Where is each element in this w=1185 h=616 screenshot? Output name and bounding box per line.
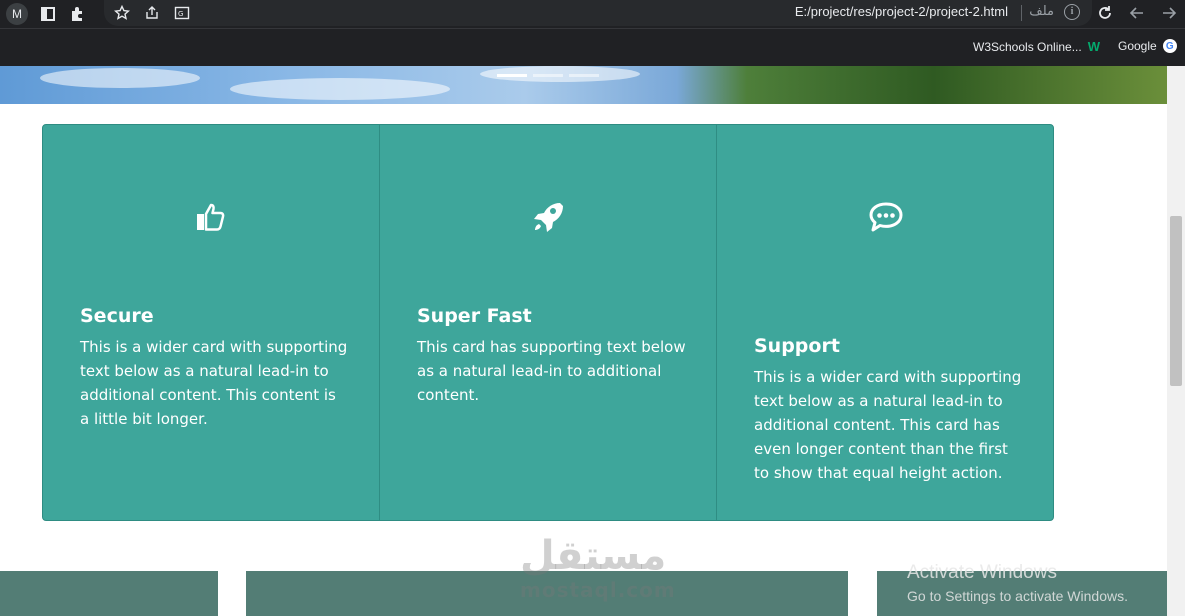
cloud-shape	[230, 78, 450, 100]
side-panel-icon[interactable]	[38, 4, 58, 24]
svg-text:G: G	[178, 10, 183, 18]
windows-activation-notice: Activate Windows Go to Settings to activ…	[907, 562, 1128, 604]
omnibox-actions: G	[112, 3, 192, 23]
extensions-icon[interactable]	[68, 4, 88, 24]
bookmark-label: W3Schools Online...	[973, 39, 1082, 54]
cloud-shape	[40, 68, 200, 88]
bookmarks-bar: W3Schools Online... W Google G	[0, 28, 1185, 67]
card-text: This card has supporting text below as a…	[417, 338, 686, 404]
toolbar-left-group: M	[6, 3, 88, 25]
scrollbar-thumb[interactable]	[1170, 216, 1182, 386]
bookmark-google[interactable]: Google G	[1118, 39, 1177, 53]
page-scrollbar[interactable]	[1167, 66, 1185, 616]
mostaql-watermark: مستقل mostaql.com	[520, 533, 676, 612]
w3schools-icon: W	[1087, 39, 1100, 54]
carousel-indicator-2[interactable]	[533, 74, 563, 77]
bookmark-label: Google	[1118, 39, 1157, 53]
card-text: This is a wider card with supporting tex…	[754, 368, 1022, 482]
omnibox-separator	[1021, 5, 1022, 21]
forward-arrow-icon[interactable]	[1159, 3, 1179, 23]
back-arrow-icon[interactable]	[1127, 3, 1147, 23]
carousel-indicators	[497, 74, 599, 77]
card-title: Super Fast	[417, 305, 532, 327]
card-title: Secure	[80, 305, 154, 327]
google-icon: G	[1162, 39, 1177, 53]
card-title: Support	[754, 335, 840, 357]
browser-toolbar: M G E:/project/res/project-2/project-2.h…	[0, 0, 1185, 28]
omnibox[interactable]: G E:/project/res/project-2/project-2.htm…	[104, 0, 1092, 26]
activation-title: Activate Windows	[907, 562, 1057, 583]
carousel-indicator-1[interactable]	[497, 74, 527, 77]
site-info-icon[interactable]: i	[1064, 4, 1080, 20]
card-secure: Secure This is a wider card with support…	[43, 125, 380, 520]
carousel-hero-image	[0, 66, 1167, 104]
url-text[interactable]: E:/project/res/project-2/project-2.html	[795, 4, 1008, 19]
carousel-indicator-3[interactable]	[569, 74, 599, 77]
activation-subtitle: Go to Settings to activate Windows.	[907, 588, 1128, 604]
bookmark-w3schools[interactable]: W3Schools Online... W	[973, 39, 1100, 54]
page-content: Secure This is a wider card with support…	[0, 66, 1185, 616]
lower-card	[0, 571, 218, 616]
share-icon[interactable]	[142, 3, 162, 23]
watermark-arabic: مستقل	[520, 533, 667, 579]
scheme-label: ملف	[1029, 4, 1054, 19]
watermark-latin: mostaql.com	[520, 578, 676, 602]
thumbs-up-icon	[193, 199, 229, 235]
reload-icon[interactable]	[1095, 3, 1115, 23]
profile-avatar[interactable]: M	[6, 3, 28, 25]
chat-icon	[867, 199, 903, 235]
rocket-icon	[530, 199, 566, 235]
translate-icon[interactable]: G	[172, 3, 192, 23]
card-support: Support This is a wider card with suppor…	[717, 125, 1053, 520]
bookmark-star-icon[interactable]	[112, 3, 132, 23]
card-group: Secure This is a wider card with support…	[42, 124, 1054, 521]
card-text: This is a wider card with supporting tex…	[80, 338, 348, 428]
card-super-fast: Super Fast This card has supporting text…	[380, 125, 717, 520]
navigation-buttons	[1095, 3, 1179, 23]
